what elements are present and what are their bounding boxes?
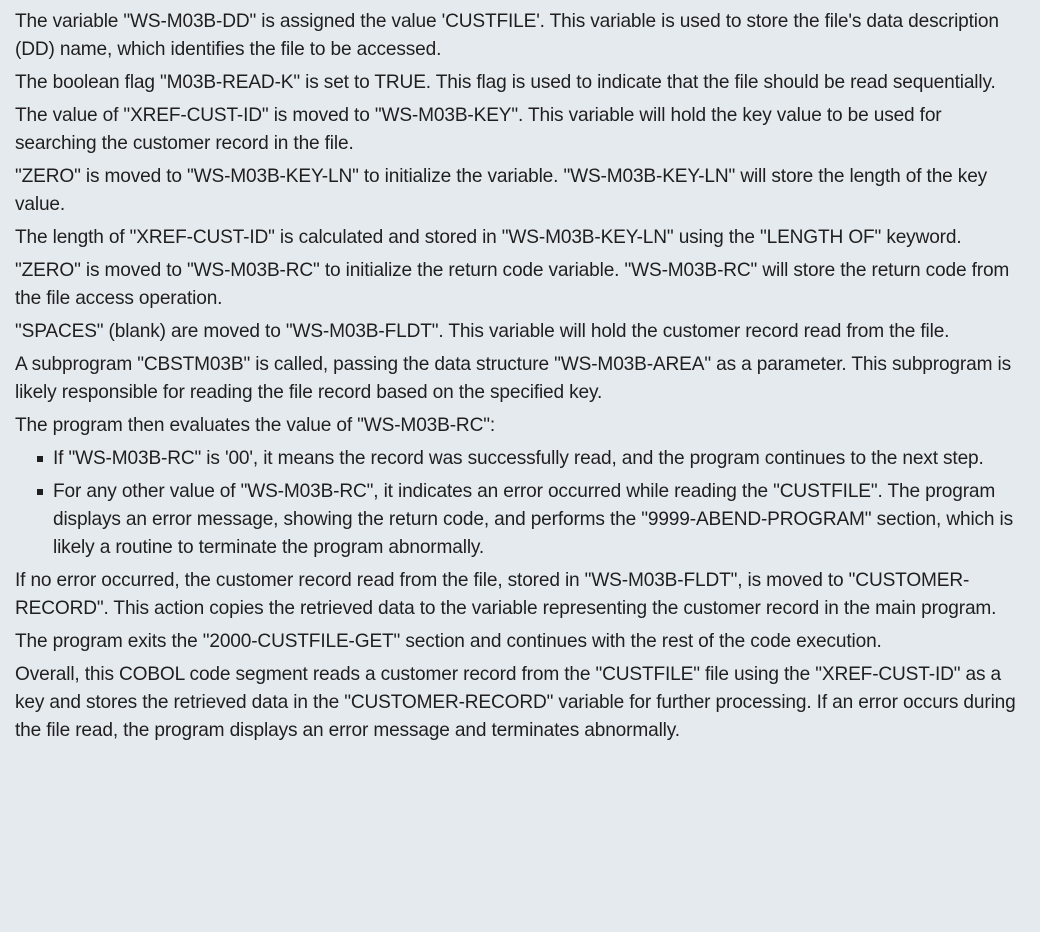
paragraph-ws-m03b-dd: The variable "WS-M03B-DD" is assigned th…: [15, 11, 999, 60]
paragraph-key-length-init: "ZERO" is moved to "WS-M03B-KEY-LN" to i…: [15, 166, 988, 215]
paragraph-record-move: If no error occurred, the customer recor…: [15, 570, 997, 619]
bullet-text: If "WS-M03B-RC" is '00', it means the re…: [53, 448, 984, 469]
paragraph-read-flag: The boolean flag "M03B-READ-K" is set to…: [15, 72, 996, 93]
paragraph-key-length-calc: The length of "XREF-CUST-ID" is calculat…: [15, 227, 962, 248]
list-item: For any other value of "WS-M03B-RC", it …: [15, 478, 1024, 562]
document-body: The variable "WS-M03B-DD" is assigned th…: [0, 0, 1040, 932]
paragraph-overall-summary: Overall, this COBOL code segment reads a…: [15, 664, 1016, 741]
paragraph-record-spaces: "SPACES" (blank) are moved to "WS-M03B-F…: [15, 321, 950, 342]
square-bullet-icon: [37, 489, 43, 495]
paragraph-evaluate: The program then evaluates the value of …: [15, 415, 495, 436]
paragraph-subprogram-call: A subprogram "CBSTM03B" is called, passi…: [15, 354, 1011, 403]
bullet-text: For any other value of "WS-M03B-RC", it …: [53, 481, 1014, 558]
evaluate-bullet-list: If "WS-M03B-RC" is '00', it means the re…: [15, 445, 1024, 562]
list-item: If "WS-M03B-RC" is '00', it means the re…: [15, 445, 1024, 473]
paragraph-return-code-init: "ZERO" is moved to "WS-M03B-RC" to initi…: [15, 260, 1010, 309]
square-bullet-icon: [37, 456, 43, 462]
paragraph-key-move: The value of "XREF-CUST-ID" is moved to …: [15, 105, 942, 154]
paragraph-section-exit: The program exits the "2000-CUSTFILE-GET…: [15, 631, 882, 652]
